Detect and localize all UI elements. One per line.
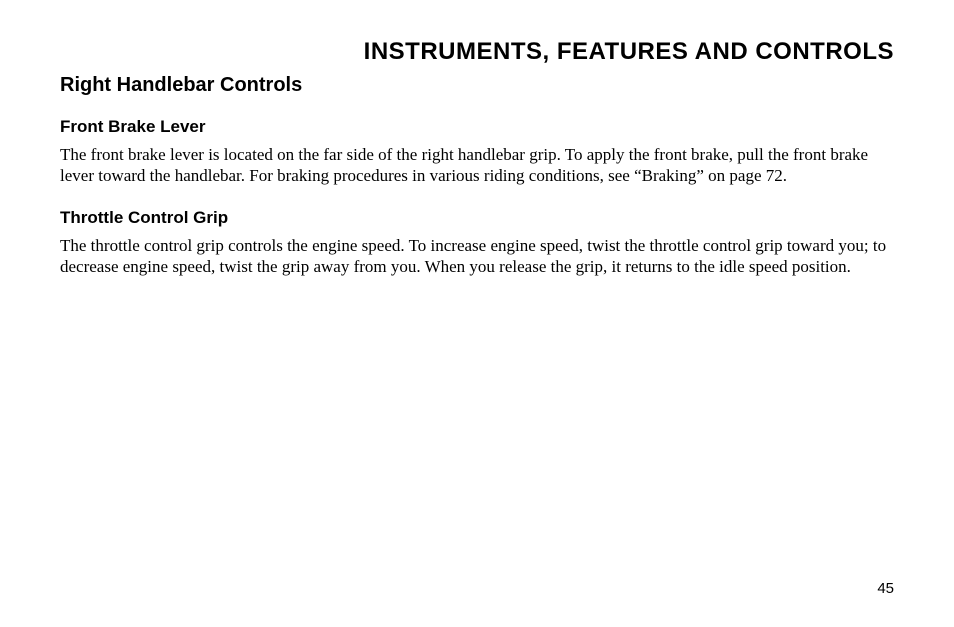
subsection-heading-front-brake: Front Brake Lever xyxy=(60,117,894,137)
section-heading: Right Handlebar Controls xyxy=(60,74,894,97)
body-text-throttle: The throttle control grip controls the e… xyxy=(60,236,894,277)
page-title: INSTRUMENTS, FEATURES AND CONTROLS xyxy=(60,38,894,66)
subsection-heading-throttle: Throttle Control Grip xyxy=(60,208,894,228)
body-text-front-brake: The front brake lever is located on the … xyxy=(60,145,894,186)
page-number: 45 xyxy=(877,580,894,597)
